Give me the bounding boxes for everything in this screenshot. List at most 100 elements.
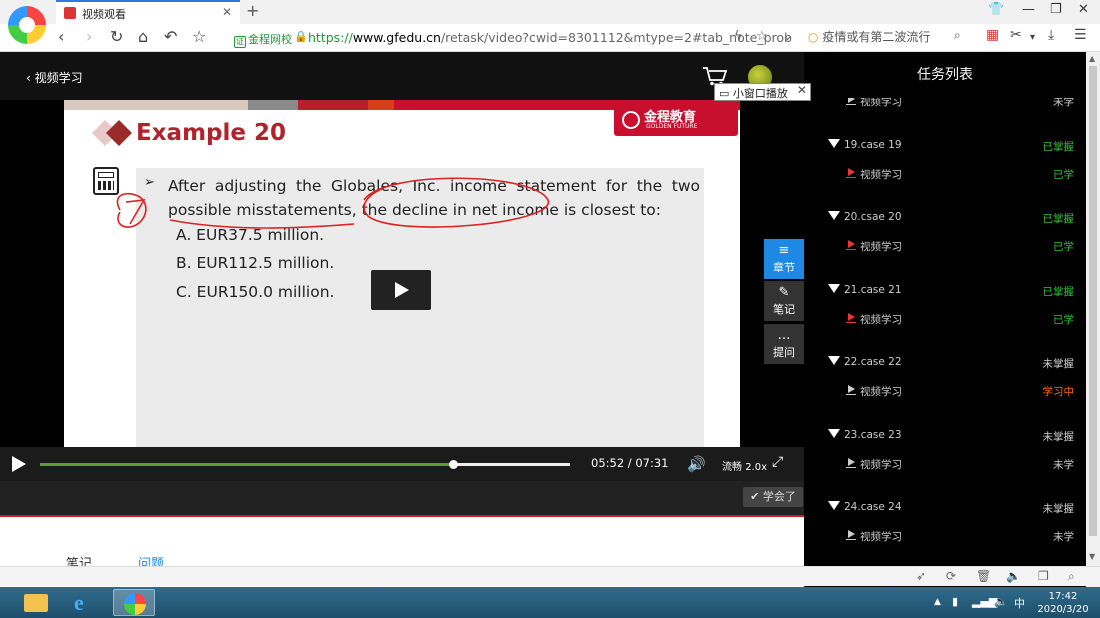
side-tab-questions[interactable]: … 提问	[764, 324, 804, 364]
restore-icon[interactable]: ❐	[1050, 2, 1062, 17]
video-item-icon	[846, 167, 856, 179]
video-item-link[interactable]: 视频学习	[860, 457, 902, 472]
browser-tab-active[interactable]: 视频观看 ✕	[56, 0, 240, 24]
browser-taskbar-icon[interactable]	[113, 589, 155, 616]
refresh-circle-icon[interactable]: ⟳	[946, 569, 956, 583]
list-icon: ≡	[778, 243, 790, 258]
chapter-name[interactable]: 23.case 23	[844, 429, 902, 441]
video-item-link[interactable]: 视频学习	[860, 529, 902, 544]
speed-selector[interactable]: 2.0x	[745, 462, 767, 473]
side-tab-chapters[interactable]: ≡ 章节	[764, 239, 804, 279]
chapter-status: 未掌握	[1042, 358, 1075, 370]
close-window-icon[interactable]: ✕	[1078, 2, 1089, 17]
collapse-triangle-icon[interactable]	[828, 283, 840, 293]
trash-icon[interactable]: 🗑	[976, 569, 991, 583]
collapse-triangle-icon[interactable]	[828, 501, 840, 510]
search-icon[interactable]: ⌕	[954, 28, 961, 43]
video-item-icon	[846, 384, 856, 396]
fullscreen-icon[interactable]: ⤢	[772, 454, 783, 470]
menu-icon[interactable]: ☰	[1074, 27, 1087, 43]
chapter-name[interactable]: 22.case 22	[844, 356, 902, 368]
total-time: 07:31	[635, 456, 669, 470]
zoom-icon[interactable]: ⌕	[1068, 569, 1075, 584]
video-item-link[interactable]: 视频学习	[860, 312, 902, 327]
scroll-up-arrow-icon[interactable]: ▲	[1089, 54, 1095, 63]
video-item-link[interactable]: 视频学习	[860, 239, 902, 254]
option-b: B. EUR112.5 million.	[176, 254, 335, 272]
download-icon[interactable]: ⤓	[1048, 27, 1054, 43]
learned-button[interactable]: ✔ 学会了	[743, 487, 803, 507]
url-text[interactable]: https://www.gfedu.cn/retask/video?cwid=8…	[308, 30, 792, 45]
big-play-button[interactable]	[371, 270, 431, 310]
video-item-link[interactable]: 视频学习	[860, 384, 902, 399]
collapse-triangle-icon[interactable]	[828, 356, 840, 365]
lightning-icon[interactable]: ϟ	[734, 29, 743, 44]
tray-expand-icon[interactable]: ▲	[934, 597, 941, 607]
collapse-triangle-icon[interactable]	[828, 428, 840, 438]
bookmark-star-icon[interactable]: ☆	[756, 29, 768, 44]
chapter-name[interactable]: 24.case 24	[844, 501, 902, 513]
clock-date: 2020/3/20	[1037, 604, 1089, 615]
ime-indicator[interactable]: 中	[1014, 595, 1025, 611]
os-taskbar: e ▲ ▮ ▂▄▆ 🔈 中 17:42 2020/3/20	[0, 587, 1100, 618]
internet-explorer-icon[interactable]: e	[64, 589, 106, 616]
address-bar[interactable]: 证金程网校 🔒 https://www.gfedu.cn/retask/vide…	[226, 27, 798, 49]
task-list-panel: 任务列表 视频学习 未学 19.case 19 已掌握 视频学习 已学 20.c…	[804, 52, 1086, 587]
rocket-icon[interactable]: ➶	[916, 569, 926, 583]
video-player[interactable]: 金程教育 GOLDEN FUTURE Example 20 ➢ After ad…	[0, 100, 804, 447]
search-box[interactable]: ○ 疫情或有第二波流行 ⌕	[808, 28, 978, 45]
play-icon[interactable]	[12, 456, 26, 472]
mini-window-tooltip[interactable]: ▭ 小窗口播放 ✕	[714, 83, 811, 101]
tray-app-icon[interactable]: ▮	[952, 595, 958, 608]
question-bullet-icon: ➢	[144, 175, 155, 190]
favorite-star-icon[interactable]: ☆	[192, 27, 206, 46]
system-clock[interactable]: 17:42 2020/3/20	[1030, 590, 1096, 616]
chapter-status: 已掌握	[1042, 140, 1075, 153]
undo-close-icon[interactable]: ↶	[164, 27, 177, 46]
scissors-dropdown-icon[interactable]: ▾	[1030, 32, 1035, 43]
shirt-skin-icon[interactable]: 👕	[988, 2, 1004, 17]
minimize-icon[interactable]: —	[1022, 2, 1035, 17]
volume-tray-icon[interactable]: 🔈	[994, 595, 1008, 608]
task-chapter: 24.case 24 未掌握 视频学习 未学	[804, 493, 1086, 565]
chapter-name[interactable]: 21.case 21	[844, 284, 902, 296]
back-to-video-study-link[interactable]: ‹ 视频学习	[26, 69, 83, 86]
search-placeholder: 疫情或有第二波流行	[822, 30, 931, 44]
mini-window-icon: ▭	[719, 87, 730, 100]
logo-emblem-icon	[622, 111, 640, 129]
back-icon[interactable]: ‹	[58, 27, 64, 46]
video-item-link[interactable]: 视频学习	[860, 167, 902, 182]
chapter-name[interactable]: 20.csae 20	[844, 211, 902, 223]
collapse-triangle-icon[interactable]	[828, 211, 840, 220]
scissors-icon[interactable]: ✂	[1010, 27, 1022, 43]
tab-close-icon[interactable]: ✕	[222, 5, 232, 19]
refresh-icon[interactable]: ↻	[110, 27, 123, 46]
volume-icon[interactable]: 🔊	[687, 455, 706, 473]
quality-selector[interactable]: 流畅	[722, 462, 742, 473]
lock-icon[interactable]: 🔒	[294, 30, 308, 43]
progress-handle[interactable]	[449, 460, 459, 469]
window-icon[interactable]: ❐	[1038, 569, 1049, 583]
apps-grid-icon[interactable]: ▦	[986, 27, 999, 43]
scroll-down-arrow-icon[interactable]: ▼	[1089, 552, 1095, 561]
chapter-name[interactable]: 19.case 19	[844, 139, 902, 151]
side-tab-notes[interactable]: ✎ 笔记	[764, 281, 804, 321]
page-scrollbar[interactable]: ▲ ▼	[1086, 52, 1100, 587]
dropdown-chevron-icon[interactable]: ⌄	[782, 29, 793, 44]
site-verified-badge[interactable]: 证金程网校	[234, 31, 292, 48]
quality-speed[interactable]: 流畅 2.0x	[722, 458, 767, 473]
browser-logo-icon[interactable]	[8, 6, 46, 44]
mini-window-close-icon[interactable]: ✕	[797, 83, 807, 97]
new-tab-button[interactable]: +	[246, 1, 259, 20]
side-tab-label: 提问	[773, 346, 795, 359]
home-icon[interactable]: ⌂	[138, 27, 148, 46]
forward-icon[interactable]: ›	[86, 27, 92, 46]
video-item-icon	[846, 457, 856, 469]
task-list-title: 任务列表	[804, 52, 1086, 98]
collapse-triangle-icon[interactable]	[828, 138, 840, 148]
scroll-thumb[interactable]	[1089, 66, 1097, 536]
speaker-icon[interactable]: 🔈	[1006, 569, 1021, 583]
progress-bar[interactable]	[40, 460, 570, 469]
chapter-status: 未掌握	[1042, 430, 1075, 443]
file-explorer-icon[interactable]	[14, 589, 56, 616]
